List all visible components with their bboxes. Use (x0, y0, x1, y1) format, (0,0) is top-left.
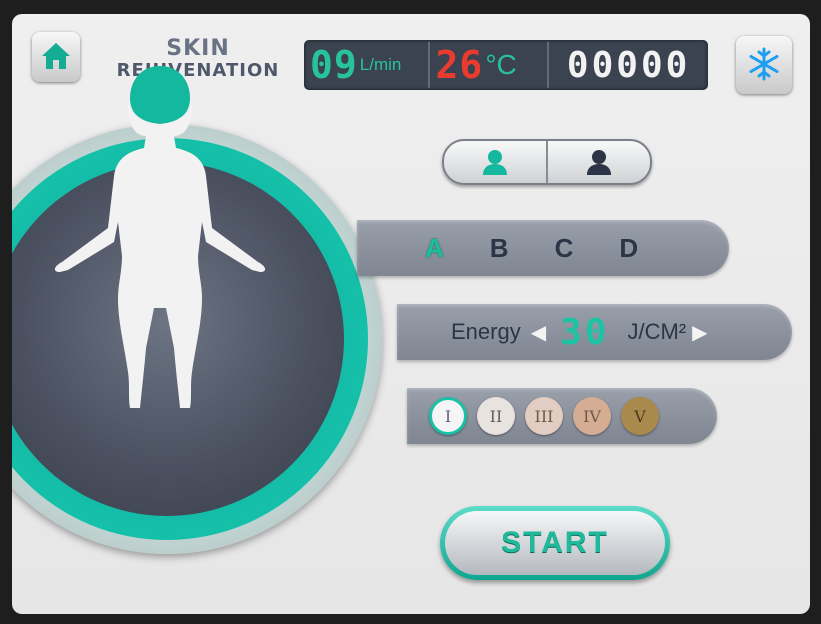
body-circle-inner (12, 66, 344, 516)
body-figure-icon[interactable] (30, 52, 290, 412)
skin-type-bar: I II III IV V (407, 388, 717, 444)
skin-type-3[interactable]: III (525, 397, 563, 435)
energy-label: Energy (451, 319, 521, 344)
temperature-value: 26 (435, 43, 484, 87)
device-frame: SKIN REJUVENATION 09 L/min 26 °C 00000 A… (0, 0, 821, 624)
gender-toggle[interactable] (442, 139, 652, 185)
counter-value: 00000 (566, 44, 691, 86)
status-display: 09 L/min 26 °C 00000 (304, 40, 708, 90)
temperature-unit: °C (485, 49, 517, 80)
energy-value: 30 (560, 311, 610, 353)
flow-unit: L/min (359, 55, 402, 74)
zone-options: A B C D (425, 220, 638, 276)
cooling-button[interactable] (736, 36, 792, 94)
energy-decrease-icon[interactable]: ◀ (531, 320, 546, 345)
male-option[interactable] (546, 141, 650, 183)
body-ring (12, 66, 368, 540)
zone-option-d[interactable]: D (619, 233, 638, 264)
body-area-selector[interactable] (12, 66, 382, 554)
zone-option-b[interactable]: B (490, 233, 509, 264)
flow-readout: 09 L/min (304, 42, 428, 88)
zone-option-a[interactable]: A (425, 233, 444, 264)
skin-type-options: I II III IV V (429, 388, 659, 444)
touch-screen: SKIN REJUVENATION 09 L/min 26 °C 00000 A… (12, 14, 810, 614)
head-region[interactable] (130, 66, 190, 126)
flow-value: 09 (310, 43, 358, 87)
torso-region[interactable] (54, 136, 266, 408)
skin-type-4[interactable]: IV (573, 397, 611, 435)
male-user-icon (587, 150, 611, 175)
energy-unit: J/CM² (627, 319, 687, 344)
skin-type-1[interactable]: I (429, 397, 467, 435)
snowflake-icon (749, 47, 779, 81)
energy-increase-icon[interactable]: ▶ (692, 320, 707, 345)
energy-bar: Energy ◀ 30 J/CM² ▶ (397, 304, 792, 360)
shot-counter: 00000 (547, 42, 708, 88)
start-label: START (445, 511, 665, 575)
start-button[interactable]: START (440, 506, 670, 580)
female-user-icon (483, 150, 507, 175)
skin-type-2[interactable]: II (477, 397, 515, 435)
temperature-readout: 26 °C (427, 42, 548, 88)
female-option[interactable] (444, 141, 546, 183)
zone-option-c[interactable]: C (555, 233, 574, 264)
zone-selector-bar: A B C D (357, 220, 729, 276)
energy-control: Energy ◀ 30 J/CM² ▶ (451, 304, 718, 360)
skin-type-5[interactable]: V (621, 397, 659, 435)
